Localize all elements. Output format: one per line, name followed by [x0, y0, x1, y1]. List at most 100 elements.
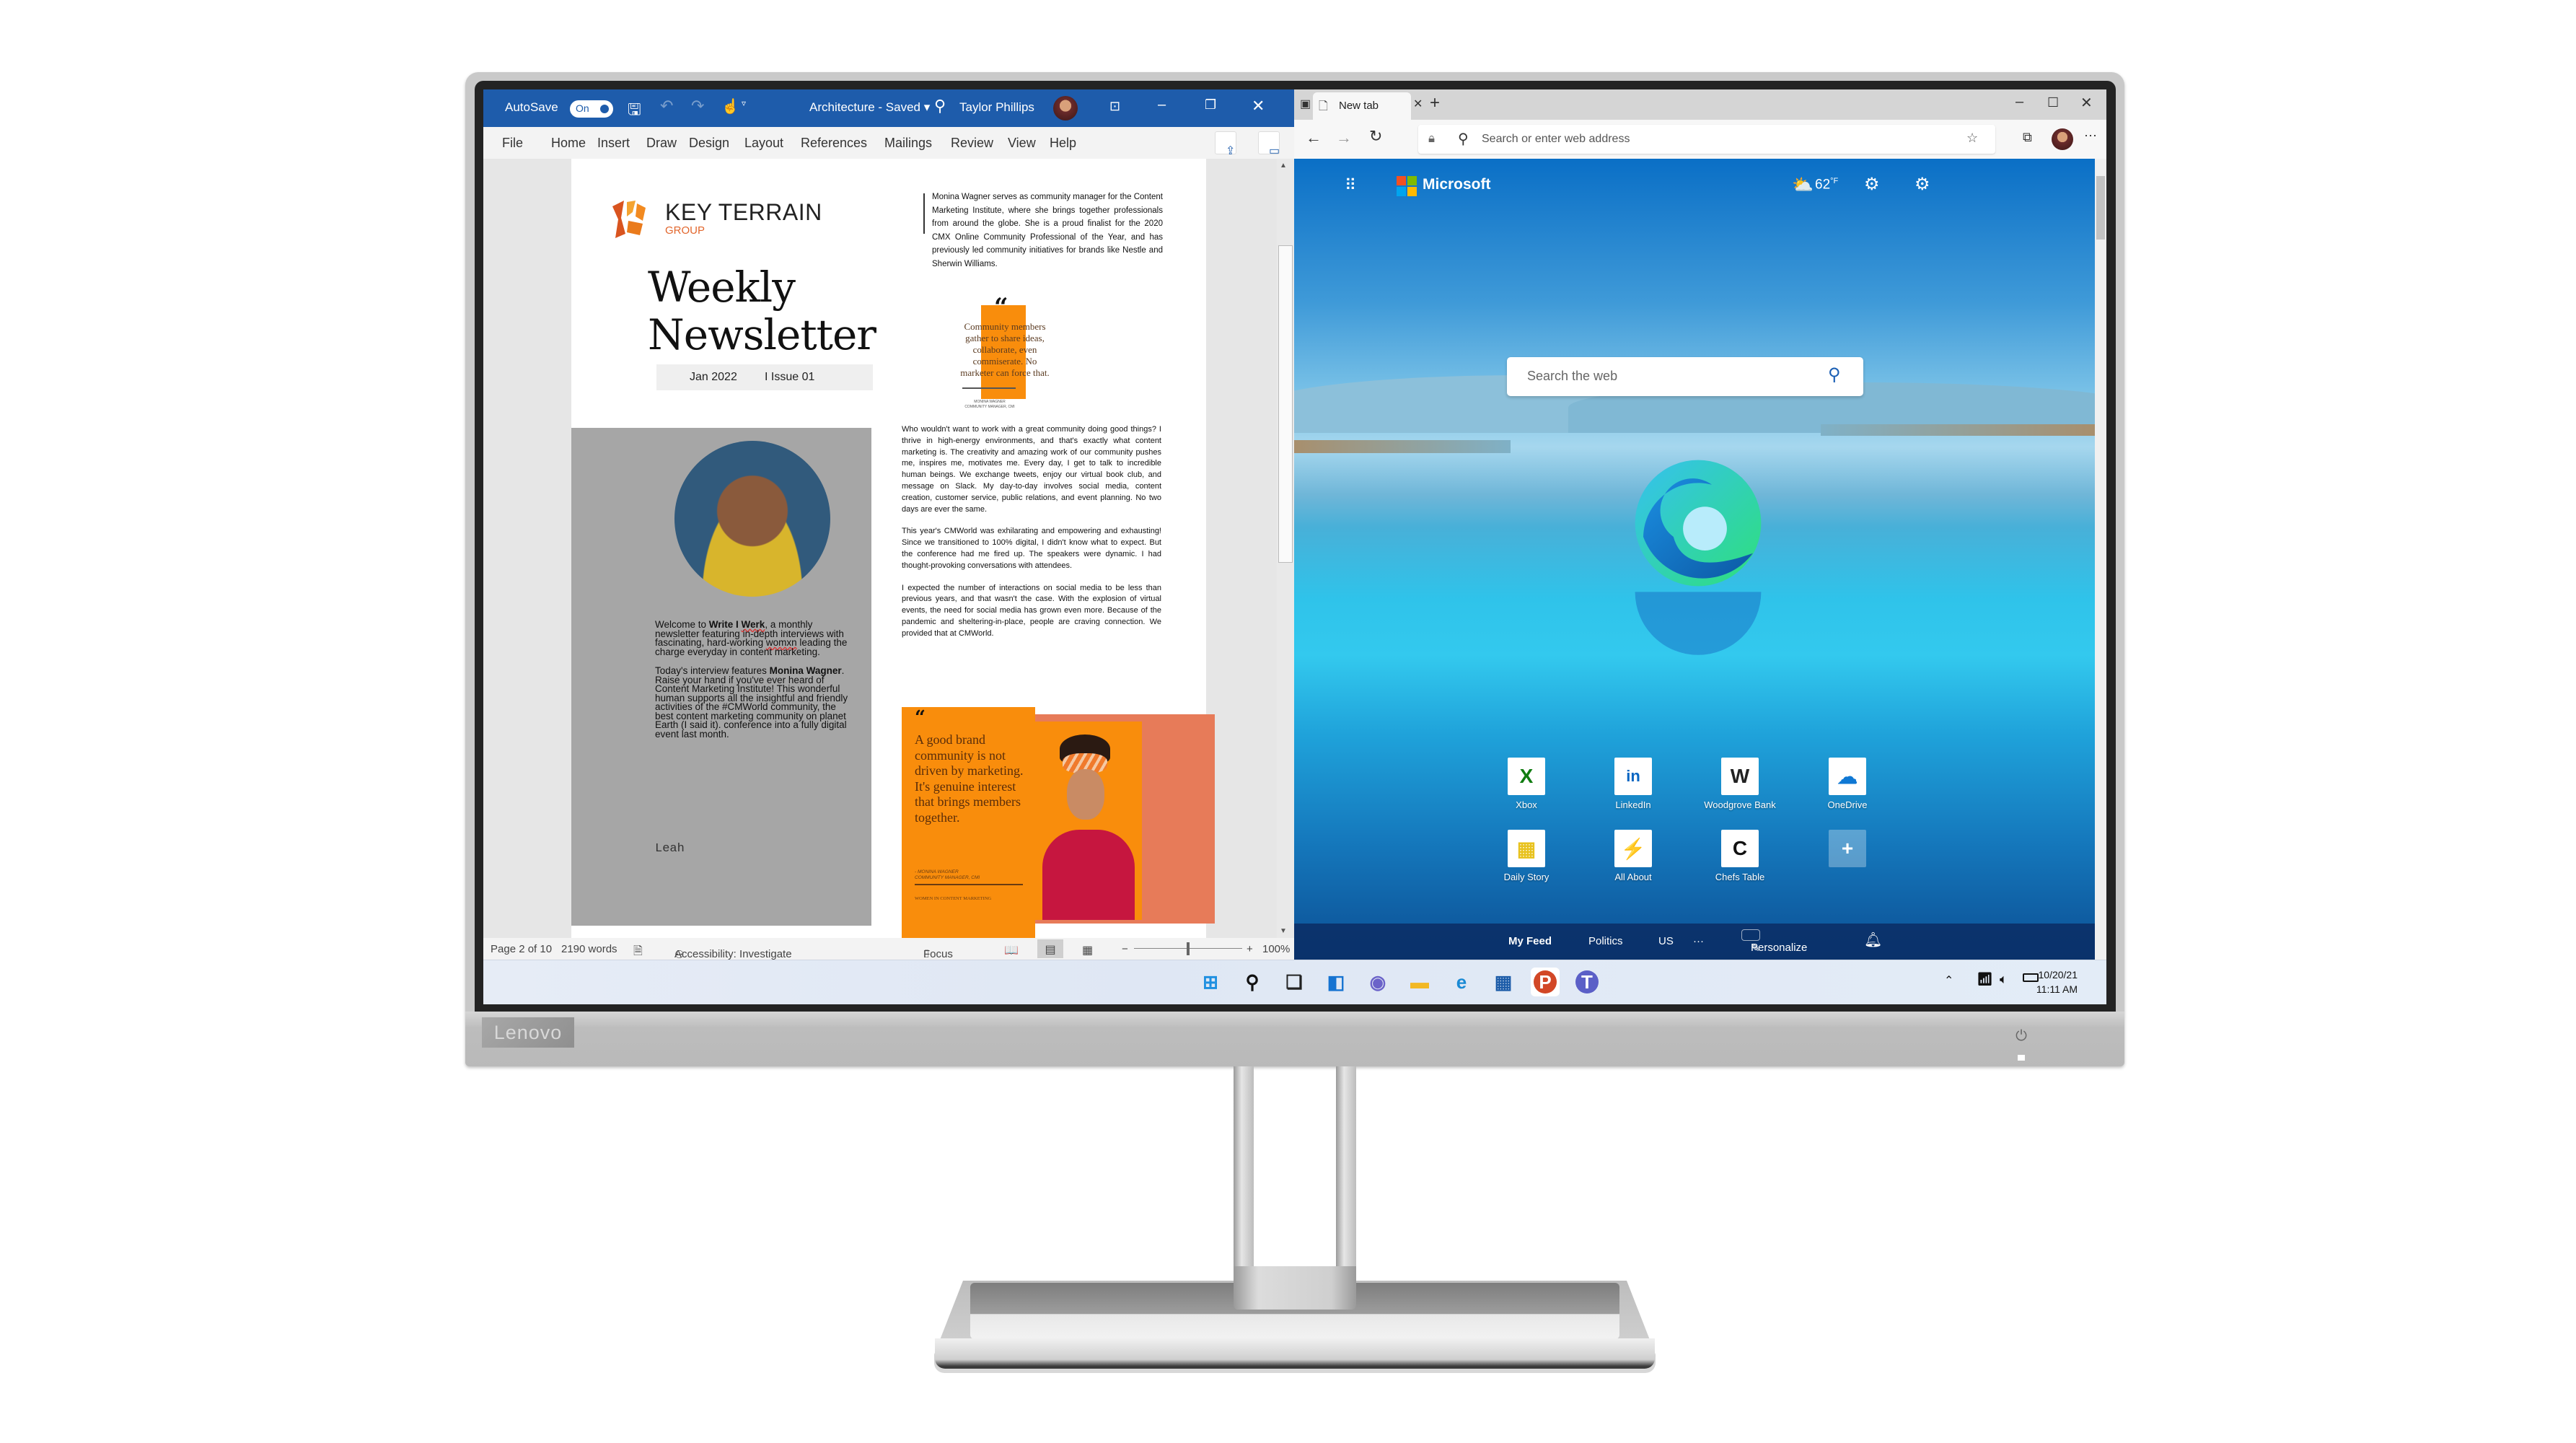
zoom-out-icon[interactable]: −	[1122, 943, 1128, 955]
power-icon[interactable]: ⏻	[2013, 1028, 2030, 1045]
read-mode-icon[interactable]: 📖	[1004, 943, 1019, 957]
save-icon[interactable]: 🖫	[628, 97, 641, 125]
show-hidden-icons[interactable]: ⌃	[1944, 973, 1953, 988]
personalize-button[interactable]: ✎ Personalize	[1741, 929, 1807, 955]
page-settings-icon[interactable]: ⚙	[1915, 174, 1930, 195]
page-scrollbar[interactable]	[2095, 159, 2106, 960]
feed-tab-my-feed[interactable]: My Feed	[1508, 935, 1552, 947]
tab-mailings[interactable]: Mailings	[884, 136, 932, 151]
search-icon[interactable]: ⚲	[1828, 364, 1841, 385]
taskbar-edge[interactable]: e	[1447, 968, 1476, 996]
tab-layout[interactable]: Layout	[744, 136, 783, 151]
forward-icon[interactable]: →	[1336, 128, 1352, 147]
tab-help[interactable]: Help	[1050, 136, 1076, 151]
quick-link-all-about[interactable]: ⚡	[1614, 830, 1652, 867]
taskbar-microsoft-store[interactable]: ▦	[1489, 968, 1518, 996]
scrollbar-thumb[interactable]	[2096, 176, 2105, 240]
tab-design[interactable]: Design	[689, 136, 729, 151]
comments-button[interactable]: ▭	[1258, 131, 1280, 157]
tab-new-tab[interactable]: 🗋 New tab	[1313, 92, 1411, 120]
intro-panel: Welcome to Write I Werk, a monthly newsl…	[571, 428, 871, 926]
taskbar-start[interactable]: ⊞	[1196, 968, 1225, 996]
weather-temp[interactable]: 62°F	[1815, 177, 1838, 193]
volume-icon[interactable]: 🔈︎	[2000, 972, 2008, 987]
scrollbar-thumb[interactable]	[1278, 245, 1293, 563]
tab-insert[interactable]: Insert	[597, 136, 630, 151]
user-name[interactable]: Taylor Phillips	[959, 100, 1034, 115]
quick-link-xbox[interactable]: X	[1508, 758, 1545, 795]
monitor-chin	[465, 1012, 2124, 1066]
print-layout-icon[interactable]: ▤	[1037, 939, 1063, 958]
quick-link-daily-story[interactable]: ▦	[1508, 830, 1545, 867]
feed-tab-politics[interactable]: Politics	[1588, 935, 1623, 947]
restore-icon[interactable]: ❐	[1205, 97, 1216, 113]
taskbar-file-explorer[interactable]: ▬	[1405, 968, 1434, 996]
close-icon[interactable]: ✕	[1252, 97, 1265, 115]
document-scrollbar[interactable]: ▲ ▼	[1277, 159, 1294, 938]
profile-avatar[interactable]	[2052, 128, 2073, 150]
app-launcher-icon[interactable]: ⠿	[1345, 176, 1356, 195]
settings-icon[interactable]: ⚙	[1864, 174, 1880, 195]
autosave-toggle[interactable]: On	[570, 100, 613, 118]
address-bar[interactable]: 🔒︎ ⚲ Search or enter web address ☆	[1418, 125, 1995, 154]
taskbar-chat[interactable]: ◉	[1363, 968, 1392, 996]
taskbar-search[interactable]: ⚲	[1238, 968, 1267, 996]
document-page[interactable]: KEY TERRAIN GROUP Weekly Newsletter Jan …	[571, 159, 1215, 938]
page-count[interactable]: Page 2 of 10	[491, 943, 552, 955]
share-button[interactable]: ⇪	[1215, 131, 1236, 157]
undo-icon[interactable]: ↶	[660, 97, 673, 115]
tab-references[interactable]: References	[801, 136, 867, 151]
notifications-icon[interactable]: 🔔︎	[1864, 931, 1882, 949]
microsoft-brand[interactable]: Microsoft	[1423, 176, 1491, 193]
weather-icon[interactable]: ⛅	[1792, 175, 1814, 196]
close-tab-icon[interactable]: ✕	[1413, 97, 1423, 111]
new-tab-icon[interactable]: +	[1430, 93, 1440, 113]
edge-logo-reflection	[1635, 592, 1762, 655]
add-favorite-icon[interactable]: ☆	[1966, 131, 1978, 146]
quick-link-chefs-table[interactable]: C	[1721, 830, 1759, 867]
zoom-in-icon[interactable]: +	[1247, 943, 1253, 955]
tab-file[interactable]: File	[502, 136, 523, 151]
word-count[interactable]: 2190 words	[561, 943, 617, 955]
taskbar-task-view[interactable]: ❏	[1280, 968, 1309, 996]
tab-view[interactable]: View	[1008, 136, 1036, 151]
ribbon-display-icon[interactable]: ⊡	[1109, 99, 1120, 114]
search-icon[interactable]: ⚲	[934, 97, 946, 115]
redo-icon[interactable]: ↷	[691, 97, 704, 115]
zoom-level[interactable]: 100%	[1262, 943, 1290, 955]
feed-tab-us[interactable]: US	[1658, 935, 1674, 947]
wifi-icon[interactable]: 📶︎	[1977, 972, 1993, 987]
touch-mode-icon[interactable]: ☝	[721, 97, 739, 115]
customize-qat-icon[interactable]: ▿	[742, 98, 746, 108]
quick-link-woodgrove-bank[interactable]: W	[1721, 758, 1759, 795]
minimize-icon[interactable]: –	[2015, 94, 2023, 110]
quick-link-onedrive[interactable]: ☁	[1829, 758, 1866, 795]
clock[interactable]: 10/20/21 11:11 AM	[2036, 968, 2078, 996]
document-canvas[interactable]: KEY TERRAIN GROUP Weekly Newsletter Jan …	[483, 159, 1294, 938]
zoom-slider-thumb[interactable]	[1187, 942, 1190, 955]
minimize-icon[interactable]: –	[1158, 97, 1166, 113]
tab-actions-icon[interactable]: ▣	[1300, 97, 1311, 111]
collections-icon[interactable]: ⧉	[2023, 130, 2032, 145]
web-layout-icon[interactable]: ▦	[1082, 943, 1093, 957]
scroll-up-icon[interactable]: ▲	[1280, 162, 1287, 170]
web-search-box[interactable]: Search the web ⚲	[1507, 357, 1863, 396]
tab-review[interactable]: Review	[951, 136, 993, 151]
quote-mark-icon: “	[994, 293, 1008, 322]
add-shortcut-button[interactable]: +	[1829, 830, 1866, 867]
scroll-down-icon[interactable]: ▼	[1280, 927, 1287, 935]
document-title[interactable]: Architecture - Saved ▾	[809, 100, 930, 115]
quick-link-linkedin[interactable]: in	[1614, 758, 1652, 795]
back-icon[interactable]: ←	[1306, 128, 1322, 147]
close-icon[interactable]: ✕	[2080, 94, 2093, 112]
feed-more-icon[interactable]: ···	[1693, 935, 1704, 947]
maximize-icon[interactable]: ☐	[2047, 95, 2059, 110]
refresh-icon[interactable]: ↻	[1369, 127, 1382, 146]
taskbar-powerpoint[interactable]: P	[1531, 968, 1560, 996]
tab-draw[interactable]: Draw	[646, 136, 677, 151]
tab-home[interactable]: Home	[551, 136, 586, 151]
taskbar-widgets[interactable]: ◧	[1322, 968, 1350, 996]
taskbar-teams[interactable]: T	[1573, 968, 1601, 996]
user-avatar[interactable]	[1053, 96, 1078, 120]
more-options-icon[interactable]: ⋯	[2084, 128, 2097, 144]
